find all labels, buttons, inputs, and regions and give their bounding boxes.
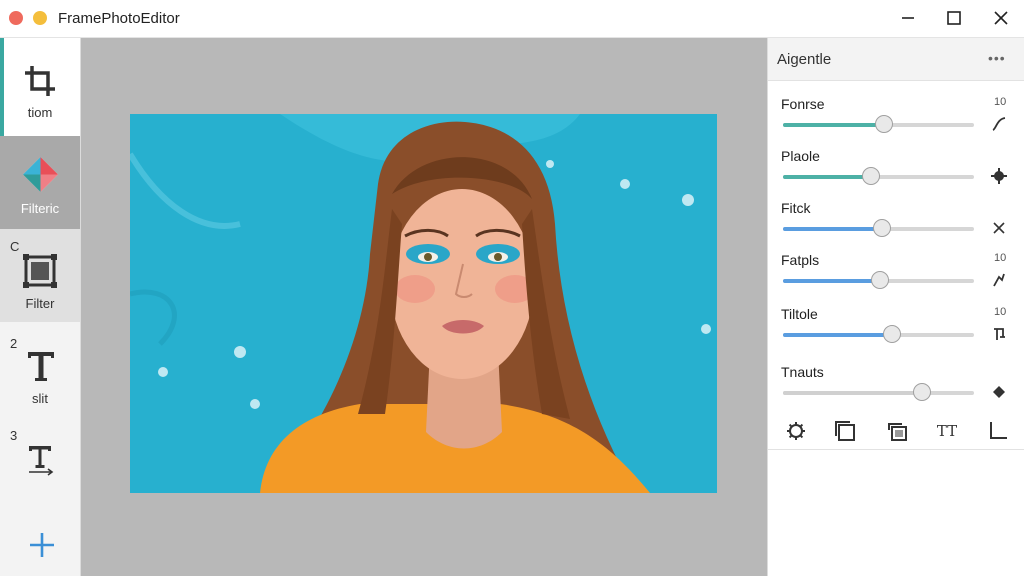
adjust-label: Fonrse — [781, 96, 825, 112]
maximize-icon — [947, 11, 961, 25]
minimize-button[interactable] — [896, 6, 920, 30]
panel-title: Aigentle — [777, 51, 832, 68]
minimize-icon — [902, 17, 914, 19]
panel-tool-row: TT — [768, 415, 1024, 450]
adjust-value: 10 — [994, 252, 1007, 264]
maximize-button[interactable] — [942, 6, 966, 30]
portrait-photo[interactable] — [130, 114, 717, 493]
prism-icon — [23, 157, 58, 192]
settings-icon[interactable] — [784, 419, 808, 443]
adjust-slider[interactable] — [783, 271, 974, 289]
tool-filter-label: Filteric — [20, 201, 60, 216]
adjust-label: Fatpls — [781, 252, 820, 268]
adjust-slider[interactable] — [783, 383, 974, 401]
slider-fill — [783, 123, 885, 127]
slider-fill — [783, 391, 923, 395]
slider-thumb[interactable] — [913, 383, 932, 401]
slider-fill — [783, 227, 883, 231]
curve-icon[interactable] — [990, 115, 1008, 133]
slider-fill — [783, 175, 871, 179]
panel-header: Aigentle ••• — [768, 38, 1024, 81]
title-bar: FramePhotoEditor — [0, 0, 1024, 38]
tool-filter-selected[interactable]: Filteric — [0, 136, 80, 229]
close-button[interactable] — [989, 6, 1013, 30]
corner-icon[interactable] — [986, 419, 1010, 443]
photo-image — [130, 114, 717, 493]
diamond-icon[interactable] — [990, 383, 1008, 401]
adjust-row: Fatpls 10 — [768, 252, 1024, 304]
tool-frame-number: C — [10, 239, 20, 254]
text-icon — [28, 352, 54, 381]
adjust-slider[interactable] — [783, 219, 974, 237]
add-tool-button[interactable] — [0, 518, 80, 568]
close-icon — [994, 11, 1008, 25]
slider-thumb[interactable] — [871, 271, 890, 289]
frame-icon — [23, 254, 57, 288]
slider-thumb[interactable] — [882, 325, 901, 343]
slider-thumb[interactable] — [875, 115, 894, 133]
adjust-label: Plaole — [781, 148, 820, 164]
crop-icon — [25, 66, 55, 96]
tool-text[interactable]: 2 slit — [0, 322, 80, 414]
adjust-slider[interactable] — [783, 115, 974, 133]
tool-crop[interactable]: tiom — [0, 38, 80, 136]
gear-icon[interactable] — [990, 167, 1008, 185]
text-baseline-icon — [29, 446, 54, 476]
adjust-slider[interactable] — [783, 167, 974, 185]
plus-icon — [30, 533, 54, 557]
tool-text-baseline[interactable]: 3 — [0, 414, 80, 494]
close-icon[interactable] — [990, 219, 1008, 237]
tool-text-label: slit — [32, 391, 48, 406]
layers-icon[interactable] — [833, 419, 857, 443]
adjust-row: Plaole — [768, 148, 1024, 200]
tool-text-number: 2 — [10, 336, 18, 351]
tool-crop-label: tiom — [27, 105, 53, 120]
app-title: FramePhotoEditor — [58, 10, 180, 27]
slider-thumb[interactable] — [873, 219, 892, 237]
brush-icon[interactable] — [990, 271, 1008, 289]
left-toolbar: tiom Filteric C Filter 2 slit 3 — [0, 38, 81, 576]
more-options-button[interactable]: ••• — [988, 50, 1006, 66]
tilt-icon[interactable] — [990, 325, 1008, 343]
adjust-value: 10 — [994, 96, 1007, 108]
slider-thumb[interactable] — [861, 167, 880, 185]
adjust-label: Tnauts — [781, 364, 824, 380]
adjust-value: 10 — [994, 306, 1007, 318]
adjust-row: Fitck — [768, 200, 1024, 252]
text-size-icon[interactable]: TT — [935, 419, 959, 443]
editor-canvas[interactable] — [81, 38, 767, 576]
adjust-row: Tiltole 10 — [768, 306, 1024, 358]
adjust-label: Fitck — [781, 200, 811, 216]
adjust-slider[interactable] — [783, 325, 974, 343]
tool-frame-label: Filter — [25, 296, 55, 311]
slider-fill — [783, 333, 892, 337]
transform-icon[interactable] — [886, 419, 910, 443]
minimize-dot-button[interactable] — [33, 11, 47, 25]
adjust-label: Tiltole — [781, 306, 818, 322]
tool-text-baseline-number: 3 — [10, 428, 18, 443]
tool-frame[interactable]: C Filter — [0, 229, 80, 322]
adjust-row: Fonrse 10 — [768, 96, 1024, 148]
slider-fill — [783, 279, 881, 283]
adjust-row: Tnauts — [768, 364, 1024, 416]
adjustments-panel: Aigentle ••• Fonrse 10 Plaole Fitck Fatp… — [767, 38, 1024, 576]
close-dot-button[interactable] — [9, 11, 23, 25]
